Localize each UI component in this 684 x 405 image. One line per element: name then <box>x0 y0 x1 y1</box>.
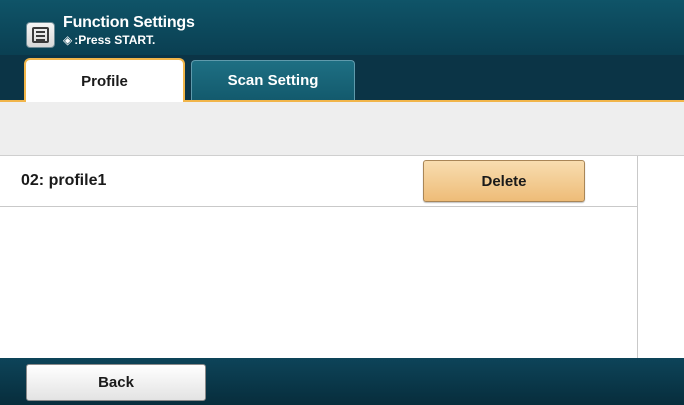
page-title: Function Settings <box>63 14 195 31</box>
footer-bar: Back <box>0 358 684 405</box>
back-button[interactable]: Back <box>26 364 206 401</box>
tab-scan-setting[interactable]: Scan Setting <box>191 60 355 100</box>
start-hint: ◈ :Press START. <box>63 33 155 47</box>
profile-list: 02: profile1 Delete <box>0 156 684 358</box>
delete-button[interactable]: Delete <box>423 160 585 202</box>
tab-profile[interactable]: Profile <box>24 58 185 103</box>
start-hint-text: :Press START. <box>74 33 156 47</box>
column-divider <box>637 156 638 358</box>
profile-label: 02: profile1 <box>21 172 107 189</box>
menu-button[interactable] <box>26 22 55 48</box>
tab-bar: Profile Scan Setting <box>0 55 684 103</box>
list-header-strip <box>0 102 684 156</box>
start-diamond-icon: ◈ <box>63 33 73 47</box>
title-bar: Function Settings ◈ :Press START. <box>0 0 684 55</box>
list-menu-icon <box>32 27 49 43</box>
list-item[interactable]: 02: profile1 Delete <box>0 156 637 207</box>
